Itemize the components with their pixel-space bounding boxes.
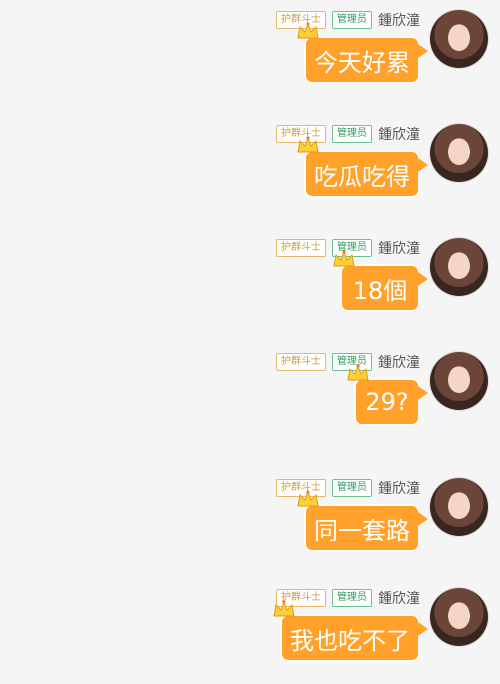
message-bubble[interactable]: 吃瓜吃得 [297,136,428,198]
chat-message: 护群斗士 管理员 鍾欣潼 吃瓜吃得 [0,120,500,220]
guard-badge: 护群斗士 [276,239,326,257]
message-meta: 护群斗士 管理员 鍾欣潼 [276,588,420,608]
crown-icon [273,600,295,617]
avatar-face [448,253,470,279]
admin-badge: 管理员 [332,479,372,497]
avatar[interactable] [430,478,488,536]
avatar[interactable] [430,352,488,410]
message-bubble[interactable]: 同一套路 [297,490,428,552]
message-text: 今天好累 [314,48,410,77]
chat-message-list[interactable]: 护群斗士 管理员 鍾欣潼 今天好累 护群斗士 管理员 鍾欣潼 吃瓜吃得 护群斗士… [0,0,500,662]
avatar-face [448,25,470,51]
message-bubble[interactable]: 29? [347,364,428,426]
crown-icon [297,136,319,153]
chat-message: 护群斗士 管理员 鍾欣潼 18個 [0,234,500,334]
sender-nickname[interactable]: 鍾欣潼 [378,352,420,372]
chat-message: 护群斗士 管理员 鍾欣潼 29? [0,348,500,448]
chat-message: 护群斗士 管理员 鍾欣潼 今天好累 [0,6,500,106]
crown-icon [333,250,355,267]
sender-nickname[interactable]: 鍾欣潼 [378,588,420,608]
chat-message: 护群斗士 管理员 鍾欣潼 同一套路 [0,474,500,574]
admin-badge: 管理员 [332,11,372,29]
avatar-face [448,493,470,519]
guard-badge: 护群斗士 [276,353,326,371]
sender-nickname[interactable]: 鍾欣潼 [378,238,420,258]
message-text: 同一套路 [314,516,410,545]
sender-nickname[interactable]: 鍾欣潼 [378,478,420,498]
message-text: 我也吃不了 [290,626,410,655]
avatar-face [448,139,470,165]
crown-icon [297,490,319,507]
message-bubble[interactable]: 18個 [333,250,428,312]
avatar-face [448,603,470,629]
message-text: 29? [365,388,409,416]
crown-icon [347,364,369,381]
avatar[interactable] [430,588,488,646]
avatar-face [448,367,470,393]
message-bubble[interactable]: 今天好累 [297,22,428,84]
avatar[interactable] [430,238,488,296]
message-text: 吃瓜吃得 [314,162,410,191]
admin-badge: 管理员 [332,589,372,607]
avatar[interactable] [430,10,488,68]
admin-badge: 管理员 [332,125,372,143]
message-bubble[interactable]: 我也吃不了 [273,600,428,662]
crown-icon [297,22,319,39]
chat-message: 护群斗士 管理员 鍾欣潼 我也吃不了 [0,584,500,684]
sender-nickname[interactable]: 鍾欣潼 [378,124,420,144]
avatar[interactable] [430,124,488,182]
sender-nickname[interactable]: 鍾欣潼 [378,10,420,30]
message-text: 18個 [352,276,408,305]
